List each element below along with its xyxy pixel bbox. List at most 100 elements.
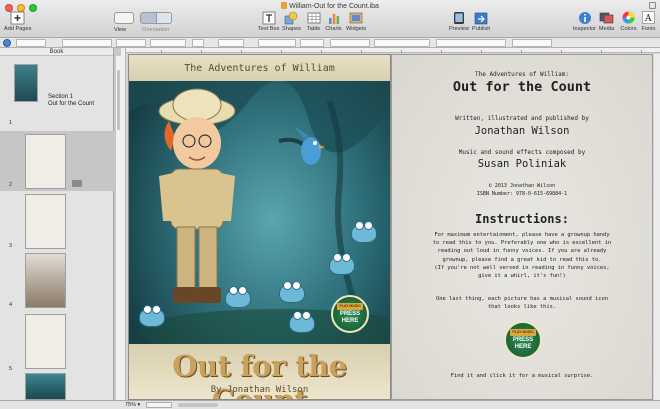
- zoom-level: 75%: [125, 402, 137, 408]
- landscape-option[interactable]: [141, 13, 157, 23]
- frog-figure: [225, 286, 251, 308]
- shapes-button[interactable]: Shapes: [282, 10, 301, 32]
- font-typeface-popup[interactable]: [116, 39, 146, 47]
- columns-popup[interactable]: [330, 39, 370, 47]
- author-name[interactable]: Jonathan Wilson: [392, 125, 652, 137]
- zoom-popup[interactable]: 75% ▾: [125, 402, 140, 408]
- wrap-popup[interactable]: [436, 39, 506, 47]
- charts-button[interactable]: Charts: [325, 10, 342, 32]
- instructions-paragraph[interactable]: For maximum entertainment, please have a…: [392, 231, 652, 280]
- instructions-heading[interactable]: Instructions:: [392, 212, 652, 226]
- media-button[interactable]: Media: [598, 10, 615, 32]
- table-button[interactable]: Table: [305, 10, 322, 32]
- canvas-scrollbar[interactable]: [654, 54, 660, 400]
- add-pages-button[interactable]: Add Pages: [4, 10, 31, 32]
- page-number: 2: [9, 182, 13, 188]
- vertical-ruler: [121, 48, 126, 400]
- fonts-button[interactable]: A Fonts: [640, 10, 657, 32]
- section-1-row[interactable]: Section 1 Out for the Count 1: [0, 56, 114, 131]
- view-menu-button[interactable]: [114, 12, 134, 24]
- book-title[interactable]: Out for the Count: [392, 79, 652, 95]
- page-thumbnail[interactable]: [25, 194, 66, 249]
- page-number: 1: [9, 120, 13, 126]
- page-3-row[interactable]: 3: [0, 191, 114, 253]
- page-2-row[interactable]: 2: [0, 131, 114, 191]
- alignment-buttons[interactable]: [258, 39, 296, 47]
- title-page[interactable]: The Adventures of William: Out for the C…: [391, 54, 653, 400]
- shapes-icon: [283, 10, 300, 25]
- page-5-row[interactable]: 5: [0, 311, 114, 373]
- horizontal-scrollbar[interactable]: [178, 403, 218, 407]
- section-label: Section 1: [48, 94, 74, 100]
- portrait-option[interactable]: [156, 13, 171, 23]
- page-thumbnail[interactable]: [25, 253, 66, 308]
- frog-figure: [139, 305, 165, 327]
- paragraph-style-popup[interactable]: [16, 39, 46, 47]
- add-pages-icon: [9, 10, 26, 25]
- publish-button[interactable]: Publish: [472, 10, 490, 32]
- publish-icon: [473, 10, 490, 25]
- press-here-sound-button[interactable]: PLAY MUSIC PRESS HERE: [331, 295, 369, 333]
- frog-figure: [279, 281, 305, 303]
- page-thumbnail[interactable]: [25, 134, 66, 189]
- paragraph-line: reading out loud in funny voices. If you…: [437, 248, 607, 255]
- text-color-well[interactable]: [192, 39, 204, 47]
- page-4-row[interactable]: 4: [0, 253, 114, 313]
- widgets-button[interactable]: Widgets: [346, 10, 366, 32]
- opacity-field[interactable]: [512, 39, 552, 47]
- isbn-line[interactable]: ISBN Number: 978-0-615-69884-1: [392, 191, 652, 197]
- cover-subtitle[interactable]: The Adventures of William: [129, 63, 390, 74]
- press-label: PRESS: [339, 311, 361, 317]
- press-here-sound-button[interactable]: PLAY MUSIC PRESS HERE: [504, 321, 542, 359]
- page-thumbnail[interactable]: [25, 373, 66, 400]
- sound-icon-paragraph[interactable]: One last thing, each picture has a music…: [392, 295, 652, 311]
- text-style-buttons[interactable]: [218, 39, 244, 47]
- text-box-button[interactable]: Text Box: [258, 10, 279, 32]
- page-options-menu-icon[interactable]: [72, 180, 82, 187]
- page-6-row[interactable]: [0, 373, 114, 400]
- page-thumbnail[interactable]: [25, 314, 66, 369]
- widgets-icon: [348, 10, 365, 25]
- fonts-icon: A: [640, 10, 657, 25]
- section-thumbnail[interactable]: [14, 64, 38, 102]
- document-icon: [281, 2, 288, 9]
- page-number: 3: [9, 243, 13, 249]
- section-title: Out for the Count: [48, 101, 95, 107]
- author-credit-line[interactable]: Written, illustrated and published by: [392, 115, 652, 122]
- info-icon: [576, 10, 593, 25]
- paragraph-line: (If you're not well versed in reading in…: [434, 264, 610, 271]
- preview-icon: [450, 10, 467, 25]
- frog-figure: [351, 221, 377, 243]
- paragraph-line: grownup, please find a great kid to read…: [442, 256, 602, 263]
- fullscreen-icon[interactable]: [649, 2, 656, 9]
- preview-button[interactable]: Preview: [449, 10, 469, 32]
- page-navigation-control[interactable]: [146, 402, 172, 408]
- copyright-line[interactable]: © 2013 Jonathan Wilson: [392, 183, 652, 189]
- list-style-popup[interactable]: [374, 39, 430, 47]
- page-number: 4: [9, 302, 13, 308]
- window-toolbar: William-Out for the Count.iba Add Pages …: [0, 0, 660, 38]
- text-box-icon: [260, 10, 277, 25]
- line-spacing-popup[interactable]: [300, 39, 324, 47]
- view-label: View: [114, 27, 127, 33]
- scroll-knob[interactable]: [117, 70, 120, 130]
- font-size-field[interactable]: [150, 39, 186, 47]
- paragraph-line: that looks like this.: [487, 304, 557, 311]
- orientation-control[interactable]: [140, 12, 172, 24]
- here-label: HERE: [341, 318, 359, 324]
- format-bar: [0, 38, 660, 48]
- play-music-ribbon: PLAY MUSIC: [510, 329, 536, 336]
- font-family-popup[interactable]: [62, 39, 112, 47]
- cover-page[interactable]: The Adventures of William PLAY MUSIC PRE…: [128, 54, 391, 400]
- composer-credit-line[interactable]: Music and sound effects composed by: [392, 149, 652, 156]
- composer-name[interactable]: Susan Poliniak: [392, 158, 652, 170]
- series-line[interactable]: The Adventures of William:: [392, 71, 652, 78]
- style-drawer-button[interactable]: [3, 39, 11, 47]
- table-icon: [305, 10, 322, 25]
- inspector-button[interactable]: Inspector: [573, 10, 596, 32]
- footer-line[interactable]: Find it and click it for a musical surpr…: [392, 373, 652, 379]
- colors-button[interactable]: Colors: [620, 10, 637, 32]
- book-sidebar: Book Section 1 Out for the Count 1 2 3 4…: [0, 48, 114, 400]
- paragraph-line: For maximum entertainment, please have a…: [434, 232, 610, 238]
- cover-author[interactable]: By Jonathan Wilson: [129, 385, 390, 395]
